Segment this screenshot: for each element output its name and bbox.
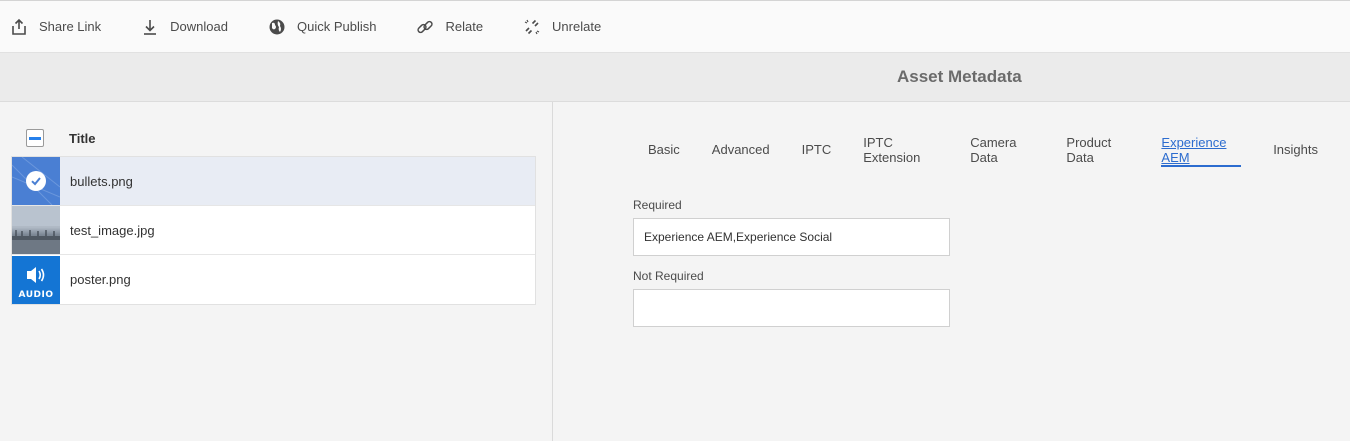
download-button[interactable]: Download (141, 1, 228, 52)
image-thumbnail (12, 206, 60, 254)
asset-name: bullets.png (70, 173, 133, 189)
unrelate-label: Unrelate (552, 19, 602, 34)
quick-publish-button[interactable]: Quick Publish (268, 1, 376, 52)
relate-button[interactable]: Relate (416, 1, 483, 52)
tab-insights[interactable]: Insights (1273, 132, 1318, 167)
indeterminate-icon (29, 136, 41, 140)
page-title: Asset Metadata (897, 67, 1022, 86)
asset-list: bullets.png test_image.jpg AUDIO poster.… (11, 156, 536, 305)
action-toolbar: Share Link Download Quick Publish Relate… (0, 0, 1350, 53)
title-bar: Asset Metadata (0, 53, 1350, 102)
tab-iptc[interactable]: IPTC (802, 132, 832, 167)
tab-experience-aem[interactable]: Experience AEM (1161, 132, 1241, 167)
landscape-image-icon (12, 206, 60, 254)
required-field[interactable] (633, 218, 950, 256)
share-link-label: Share Link (39, 19, 102, 34)
share-icon (10, 18, 28, 36)
download-icon (141, 18, 159, 36)
metadata-panel: Basic Advanced IPTC IPTC Extension Camer… (554, 102, 1350, 441)
audio-thumbnail: AUDIO (12, 255, 60, 304)
list-header: Title (11, 120, 536, 156)
not-required-label: Not Required (633, 269, 704, 283)
tab-iptc-extension[interactable]: IPTC Extension (863, 132, 938, 167)
audio-label: AUDIO (18, 289, 54, 300)
tab-basic[interactable]: Basic (648, 132, 680, 167)
metadata-tabs: Basic Advanced IPTC IPTC Extension Camer… (648, 132, 1350, 168)
relate-label: Relate (445, 19, 484, 34)
link-icon (416, 18, 434, 36)
unrelate-button[interactable]: Unrelate (523, 1, 601, 52)
checkmark-icon (26, 171, 46, 191)
title-column-header[interactable]: Title (69, 131, 96, 146)
tab-product-data[interactable]: Product Data (1066, 132, 1129, 167)
required-label: Required (633, 198, 682, 212)
tab-advanced[interactable]: Advanced (712, 132, 770, 167)
asset-row-bullets[interactable]: bullets.png (12, 157, 535, 206)
asset-name: poster.png (70, 272, 131, 287)
asset-row-test-image[interactable]: test_image.jpg (12, 206, 535, 255)
tab-camera-data[interactable]: Camera Data (970, 132, 1034, 167)
quick-publish-label: Quick Publish (296, 19, 377, 34)
unlink-icon (523, 18, 541, 36)
selected-thumbnail (12, 157, 60, 205)
download-label: Download (170, 19, 228, 34)
globe-icon (268, 18, 286, 36)
share-link-button[interactable]: Share Link (10, 1, 101, 52)
asset-name: test_image.jpg (70, 222, 155, 238)
not-required-field[interactable] (633, 289, 950, 327)
asset-row-poster[interactable]: AUDIO poster.png (12, 255, 535, 304)
select-all-checkbox[interactable] (26, 129, 44, 147)
asset-list-panel: Title bullets.png test_image.jpg AUDIO p… (0, 102, 553, 441)
